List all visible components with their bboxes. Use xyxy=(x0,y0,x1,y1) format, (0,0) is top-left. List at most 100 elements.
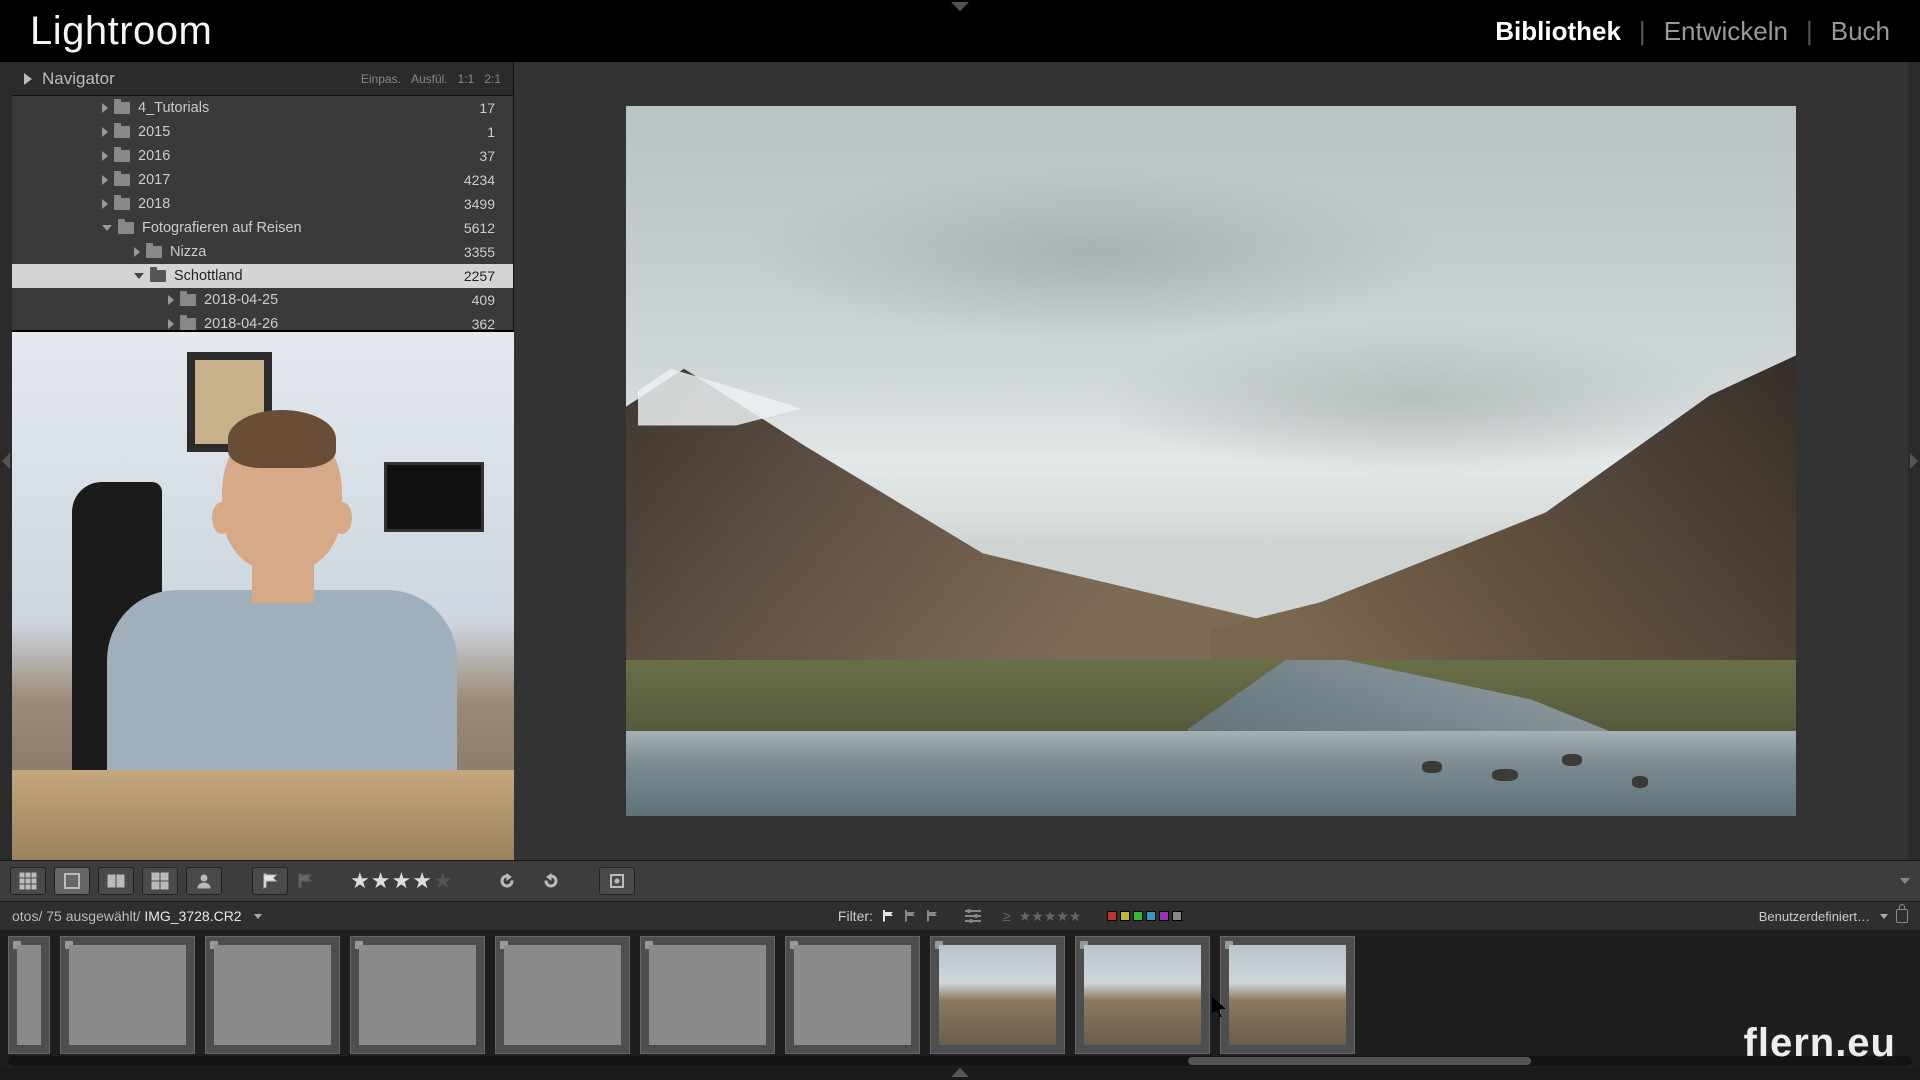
disclosure-closed-icon[interactable] xyxy=(168,319,174,329)
folder-count: 3355 xyxy=(464,244,495,260)
filter-flag-none-icon[interactable] xyxy=(903,909,917,923)
filter-settings-icon[interactable] xyxy=(965,909,981,923)
folder-icon xyxy=(114,150,130,162)
color-label-swatch[interactable] xyxy=(1133,911,1143,921)
filmstrip-thumbnail[interactable] xyxy=(495,936,630,1054)
star-icon[interactable]: ★ xyxy=(350,868,370,894)
left-edge-expand[interactable] xyxy=(0,62,12,860)
rating-stars[interactable]: ★★★★★ xyxy=(350,868,453,894)
folder-row[interactable]: 20174234 xyxy=(12,168,513,192)
filter-star-icon[interactable]: ★ xyxy=(1031,908,1044,924)
folder-row[interactable]: 20183499 xyxy=(12,192,513,216)
folder-row[interactable]: Schottland2257 xyxy=(12,264,513,288)
panel-collapse-bottom-icon[interactable] xyxy=(0,1068,1920,1080)
filmstrip-thumbnail[interactable] xyxy=(640,936,775,1054)
folder-row[interactable]: Fotografieren auf Reisen5612 xyxy=(12,216,513,240)
compare-view-button[interactable] xyxy=(98,867,134,895)
filter-star-icon[interactable]: ★ xyxy=(1056,908,1069,924)
module-separator: | xyxy=(1639,16,1646,47)
scrollbar-handle[interactable] xyxy=(1188,1057,1531,1065)
folder-count: 2257 xyxy=(464,268,495,284)
color-label-swatch[interactable] xyxy=(1107,911,1117,921)
zoom-1-1[interactable]: 1:1 xyxy=(458,72,475,86)
chevron-down-icon[interactable] xyxy=(254,914,262,919)
color-label-swatch[interactable] xyxy=(1146,911,1156,921)
folder-icon xyxy=(114,174,130,186)
disclosure-closed-icon[interactable] xyxy=(134,247,140,257)
color-label-swatch[interactable] xyxy=(1120,911,1130,921)
toolbar-options-icon[interactable] xyxy=(1900,878,1910,884)
disclosure-open-icon[interactable] xyxy=(134,273,144,279)
color-label-swatch[interactable] xyxy=(1159,911,1169,921)
navigator-header[interactable]: Navigator Einpas. Ausfül. 1:1 2:1 xyxy=(12,62,513,96)
zoom-fill[interactable]: Ausfül. xyxy=(411,72,448,86)
module-develop[interactable]: Entwickeln xyxy=(1664,16,1788,47)
filmstrip-thumbnail[interactable] xyxy=(785,936,920,1054)
filter-star-icon[interactable]: ★ xyxy=(1069,908,1082,924)
folder-icon xyxy=(146,246,162,258)
filmstrip-thumbnail[interactable] xyxy=(930,936,1065,1054)
panel-collapse-top-icon[interactable] xyxy=(951,2,969,11)
filter-rating-op[interactable]: ≥ xyxy=(1003,908,1011,924)
preview-area[interactable] xyxy=(514,62,1908,860)
filmstrip-scrollbar[interactable] xyxy=(8,1056,1912,1066)
folder-icon xyxy=(180,318,196,330)
folder-row[interactable]: 20151 xyxy=(12,120,513,144)
watermark: flern.eu xyxy=(1744,1021,1896,1066)
grid-view-button[interactable] xyxy=(10,867,46,895)
flag-pick-button[interactable] xyxy=(252,867,288,895)
folder-row[interactable]: 4_Tutorials17 xyxy=(12,96,513,120)
sync-button[interactable] xyxy=(599,867,635,895)
filter-flag-pick-icon[interactable] xyxy=(881,909,895,923)
folder-count: 4234 xyxy=(464,172,495,188)
filmstrip-thumbnail[interactable] xyxy=(60,936,195,1054)
disclosure-closed-icon[interactable] xyxy=(102,127,108,137)
folder-label: 2018-04-25 xyxy=(204,292,278,308)
module-book[interactable]: Buch xyxy=(1831,16,1890,47)
filmstrip-thumbnail[interactable] xyxy=(205,936,340,1054)
filmstrip-thumbnail[interactable] xyxy=(8,936,50,1054)
disclosure-closed-icon[interactable] xyxy=(102,199,108,209)
disclosure-closed-icon[interactable] xyxy=(102,103,108,113)
folder-row[interactable]: 2018-04-25409 xyxy=(12,288,513,312)
filmstrip-thumbnail[interactable] xyxy=(350,936,485,1054)
loupe-view-button[interactable] xyxy=(54,867,90,895)
title-bar: Lightroom Bibliothek | Entwickeln | Buch xyxy=(0,0,1920,62)
filmstrip-thumbnail[interactable] xyxy=(1220,936,1355,1054)
disclosure-closed-icon[interactable] xyxy=(102,175,108,185)
filter-color-labels[interactable] xyxy=(1107,911,1182,921)
disclosure-open-icon[interactable] xyxy=(102,225,112,231)
star-icon[interactable]: ★ xyxy=(412,868,432,894)
folder-row[interactable]: Nizza 3355 xyxy=(12,240,513,264)
filter-star-icon[interactable]: ★ xyxy=(1044,908,1057,924)
chevron-down-icon[interactable] xyxy=(1880,914,1888,919)
color-label-swatch[interactable] xyxy=(1172,911,1182,921)
filmstrip-thumbnail[interactable] xyxy=(1075,936,1210,1054)
folder-row[interactable]: 2016 37 xyxy=(12,144,513,168)
flag-reject-button[interactable] xyxy=(296,867,314,895)
folder-count: 37 xyxy=(479,148,495,164)
zoom-2-1[interactable]: 2:1 xyxy=(484,72,501,86)
filmstrip[interactable] xyxy=(0,930,1920,1068)
rotate-cw-button[interactable] xyxy=(533,867,569,895)
people-view-button[interactable] xyxy=(186,867,222,895)
star-icon[interactable]: ★ xyxy=(433,868,453,894)
zoom-fit[interactable]: Einpas. xyxy=(361,72,401,86)
folder-label: Nizza xyxy=(170,244,206,260)
star-icon[interactable]: ★ xyxy=(391,868,411,894)
folder-icon xyxy=(118,222,134,234)
module-switcher: Bibliothek | Entwickeln | Buch xyxy=(1495,16,1890,47)
filter-star-icon[interactable]: ★ xyxy=(1019,908,1032,924)
filter-lock-icon[interactable] xyxy=(1896,909,1908,923)
breadcrumb[interactable]: otos/ 75 ausgewählt/ IMG_3728.CR2 xyxy=(12,908,242,924)
folder-label: 2016 xyxy=(138,148,170,164)
rotate-ccw-button[interactable] xyxy=(489,867,525,895)
disclosure-closed-icon[interactable] xyxy=(102,151,108,161)
filter-preset[interactable]: Benutzerdefiniert… xyxy=(1759,909,1870,924)
star-icon[interactable]: ★ xyxy=(371,868,391,894)
right-edge-expand[interactable] xyxy=(1908,62,1920,860)
filter-flag-reject-icon[interactable] xyxy=(925,909,939,923)
module-library[interactable]: Bibliothek xyxy=(1495,16,1621,47)
disclosure-closed-icon[interactable] xyxy=(168,295,174,305)
survey-view-button[interactable] xyxy=(142,867,178,895)
